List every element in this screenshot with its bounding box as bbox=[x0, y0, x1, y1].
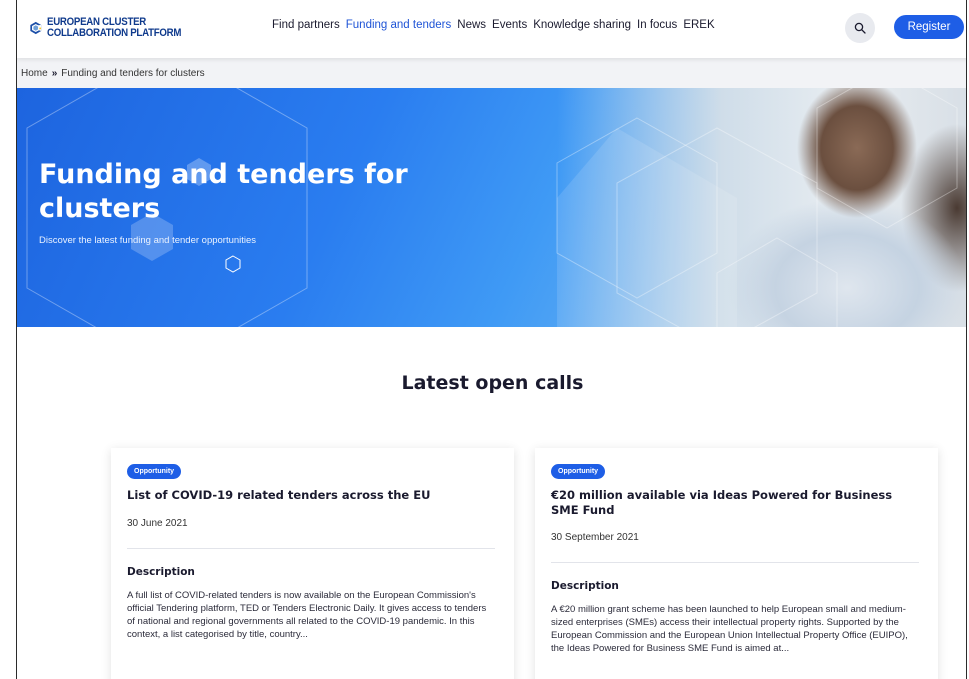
page-subtitle: Discover the latest funding and tender o… bbox=[39, 235, 257, 246]
call-card[interactable]: Opportunity List of COVID-19 related ten… bbox=[111, 448, 514, 679]
description-heading: Description bbox=[551, 580, 619, 592]
page: EUROPEAN CLUSTER COLLABORATION PLATFORM … bbox=[16, 0, 967, 679]
logo-line-2: COLLABORATION PLATFORM bbox=[46, 27, 181, 39]
logo-text: EUROPEAN CLUSTER COLLABORATION PLATFORM bbox=[47, 17, 181, 39]
breadcrumb-separator: » bbox=[51, 67, 58, 79]
search-button[interactable] bbox=[845, 13, 875, 43]
opportunity-badge: Opportunity bbox=[127, 464, 182, 479]
site-logo[interactable]: EUROPEAN CLUSTER COLLABORATION PLATFORM bbox=[29, 8, 199, 48]
nav-in-focus[interactable]: In focus bbox=[637, 19, 677, 31]
site-header: EUROPEAN CLUSTER COLLABORATION PLATFORM … bbox=[17, 0, 966, 58]
card-description: A full list of COVID-related tenders is … bbox=[127, 590, 487, 640]
breadcrumb: Home » Funding and tenders for clusters bbox=[17, 58, 966, 88]
description-heading: Description bbox=[127, 566, 195, 578]
card-description: A €20 million grant scheme has been laun… bbox=[551, 604, 908, 654]
breadcrumb-home[interactable]: Home bbox=[21, 68, 48, 79]
opportunity-badge: Opportunity bbox=[551, 464, 606, 479]
hero-banner: Funding and tenders for clusters Discove… bbox=[17, 88, 966, 327]
page-title: Funding and tenders for clusters bbox=[39, 159, 408, 224]
section-title: Latest open calls bbox=[401, 372, 584, 394]
main-nav: Find partners Funding and tenders News E… bbox=[272, 19, 721, 31]
nav-funding-and-tenders[interactable]: Funding and tenders bbox=[346, 19, 452, 31]
nav-news[interactable]: News bbox=[457, 19, 486, 31]
breadcrumb-current: Funding and tenders for clusters bbox=[61, 67, 205, 79]
card-title[interactable]: €20 million available via Ideas Powered … bbox=[551, 488, 921, 518]
nav-knowledge-sharing[interactable]: Knowledge sharing bbox=[533, 19, 631, 31]
register-button[interactable]: Register bbox=[894, 15, 964, 39]
card-divider bbox=[551, 562, 919, 563]
call-card[interactable]: Opportunity €20 million available via Id… bbox=[535, 448, 938, 679]
card-date: 30 June 2021 bbox=[127, 518, 188, 529]
card-date: 30 September 2021 bbox=[551, 532, 639, 543]
card-title[interactable]: List of COVID-19 related tenders across … bbox=[127, 488, 497, 503]
logo-icon bbox=[30, 21, 42, 35]
nav-events[interactable]: Events bbox=[492, 19, 527, 31]
search-icon bbox=[854, 22, 866, 34]
nav-find-partners[interactable]: Find partners bbox=[272, 19, 340, 31]
card-divider bbox=[127, 548, 495, 549]
nav-erek[interactable]: EREK bbox=[683, 19, 714, 31]
